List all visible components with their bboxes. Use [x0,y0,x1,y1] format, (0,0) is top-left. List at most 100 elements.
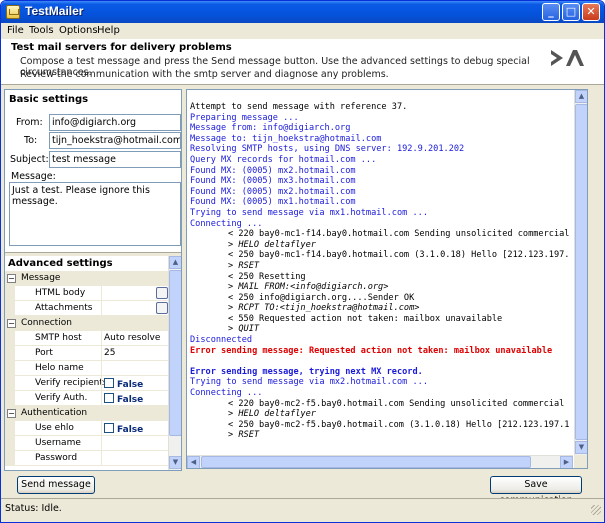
log-line: Resolving SMTP hosts, using DNS server: … [190,144,465,155]
scroll-up-icon[interactable]: ▲ [575,90,587,103]
scroll-down-icon[interactable]: ▼ [169,456,181,469]
checkbox[interactable] [104,393,114,403]
category-label: Connection [21,318,72,328]
log-line: Disconnected [190,335,253,346]
log-line: Error sending message: Requested action … [190,345,553,356]
property-attachments[interactable]: Attachments [5,301,168,316]
collapse-icon[interactable]: − [7,319,16,328]
log-line: Message from: info@digiarch.org [190,123,351,134]
property-value: False [117,395,144,405]
resize-grip-icon[interactable] [591,505,601,515]
property-username[interactable]: Username [5,436,168,451]
subject-label: Subject: [10,154,49,165]
category-message[interactable]: − Message [5,271,168,286]
log-line: Attempt to send message with reference 3… [190,102,408,112]
log-line: < 220 bay0-mc1-f14.bay0.hotmail.com Send… [228,229,570,240]
settings-pane: Basic settings From: info@digiarch.org T… [4,89,182,471]
app-window: TestMailer _ □ ✕ File Tools Options Help… [0,0,605,523]
property-html-body[interactable]: HTML body [5,286,168,301]
message-label: Message: [11,171,56,182]
log-line: Trying to send message via mx2.hotmail.c… [190,377,428,388]
property-label: Helo name [35,363,84,373]
send-message-button[interactable]: Send message [17,476,95,494]
property-helo-name[interactable]: Helo name [5,361,168,376]
log-line: > RSET [228,430,260,441]
property-value[interactable]: Auto resolve [101,331,168,346]
log-line: < 550 Requested action not taken: mailbo… [228,313,503,324]
collapse-icon[interactable]: − [7,409,16,418]
banner-title: Test mail servers for delivery problems [11,42,232,53]
property-port[interactable]: Port 25 [5,346,168,361]
maximize-button[interactable]: □ [562,3,580,21]
log-line: < 250 bay0-mc2-f5.bay0.hotmail.com (3.1.… [228,419,570,430]
ellipsis-button[interactable] [156,302,168,314]
log-line: Trying to send message via mx1.hotmail.c… [190,207,428,218]
property-label: Attachments [35,303,93,313]
title-bar[interactable]: TestMailer _ □ ✕ [1,1,604,23]
property-value[interactable]: 25 [101,346,168,361]
checkbox[interactable] [104,378,114,388]
to-field[interactable]: tijn_hoekstra@hotmail.com [49,132,181,149]
property-password[interactable]: Password [5,451,168,466]
scroll-left-icon[interactable]: ◀ [187,456,200,468]
status-text: Status: Idle. [5,503,62,514]
property-value[interactable] [101,451,168,466]
status-bar: Status: Idle. [1,498,604,518]
scroll-thumb[interactable] [169,270,181,436]
property-smtp-host[interactable]: SMTP host Auto resolve [5,331,168,346]
log-line: < 220 bay0-mc2-f5.bay0.hotmail.com Sendi… [228,398,565,409]
log-line: Preparing message ... [190,112,299,123]
property-label: HTML body [35,288,86,298]
scroll-down-icon[interactable]: ▼ [575,441,587,454]
ellipsis-button[interactable] [156,287,168,299]
menu-help[interactable]: Help [97,25,120,36]
log-line: Found MX: (0005) mx3.hotmail.com [190,176,356,187]
log-line: < 250 bay0-mc1-f14.bay0.hotmail.com (3.1… [228,250,570,261]
log-line: > HELO deltaflyer [228,409,316,420]
log-line: Found MX: (0005) mx2.hotmail.com [190,186,356,197]
scroll-up-icon[interactable]: ▲ [169,256,181,269]
scroll-thumb[interactable] [201,456,531,468]
window-title: TestMailer [25,4,84,18]
to-label: To: [24,135,38,146]
close-button[interactable]: ✕ [582,3,600,21]
log-line: < 250 info@digiarch.org....Sender OK [228,292,415,303]
scroll-corner [574,455,587,468]
minimize-button[interactable]: _ [542,3,560,21]
menu-options[interactable]: Options [59,25,98,36]
log-line: Connecting ... [190,218,263,229]
property-value: False [117,380,144,390]
log-line: > QUIT [228,324,260,335]
property-verify-recipients[interactable]: Verify recipients False [5,376,168,391]
category-authentication[interactable]: − Authentication [5,406,168,421]
property-label: Verify Auth. [35,393,88,403]
from-field[interactable]: info@digiarch.org [49,114,181,131]
log-horizontal-scrollbar[interactable]: ◀ ▶ [187,455,573,468]
collapse-icon[interactable]: − [7,274,16,283]
property-value[interactable] [101,361,168,376]
basic-settings-title: Basic settings [9,94,89,105]
log-line: > HELO deltaflyer [228,239,316,250]
advanced-settings-grid: Advanced settings − Message HTML body At… [5,256,181,470]
communication-log[interactable]: Attempt to send message with reference 3… [190,102,576,446]
subject-field[interactable]: test message [49,151,181,168]
save-communication-button[interactable]: Save communication [490,476,582,506]
scroll-right-icon[interactable]: ▶ [560,456,573,468]
property-label: SMTP host [35,333,82,343]
property-label: Username [35,438,81,448]
property-use-ehlo[interactable]: Use ehlo False [5,421,168,436]
message-textarea[interactable]: Just a test. Please ignore this message. [9,182,181,246]
property-value[interactable] [101,436,168,451]
grid-scrollbar[interactable]: ▲ ▼ [168,256,181,470]
log-line: > RCPT TO:<tijn_hoekstra@hotmail.com> [228,303,420,314]
menu-file[interactable]: File [7,25,24,36]
category-label: Message [21,273,61,283]
log-vertical-scrollbar[interactable]: ▲ ▼ [574,90,587,455]
checkbox[interactable] [104,423,114,433]
property-label: Port [35,348,53,358]
scroll-thumb[interactable] [575,104,587,440]
category-connection[interactable]: − Connection [5,316,168,331]
property-verify-auth[interactable]: Verify Auth. False [5,391,168,406]
menu-tools[interactable]: Tools [29,25,54,36]
